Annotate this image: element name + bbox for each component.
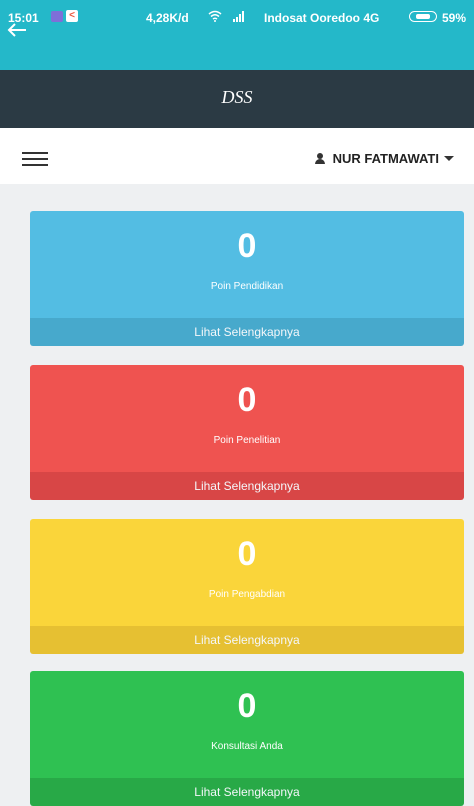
- card-footer-link[interactable]: Lihat Selengkapnya: [30, 472, 464, 500]
- carrier-name: Indosat Ooredoo 4G: [264, 11, 380, 25]
- wifi-icon: [208, 10, 222, 22]
- card-body: 0 Poin Pengabdian: [30, 519, 464, 626]
- user-menu[interactable]: NUR FATMAWATI: [314, 148, 454, 168]
- network-speed: 4,28K/d: [146, 11, 189, 25]
- navbar: NUR FATMAWATI: [0, 128, 474, 184]
- notification-app-icon-2: <: [66, 10, 78, 22]
- card-label: Poin Penelitian: [213, 435, 281, 446]
- hamburger-menu-icon[interactable]: [22, 152, 48, 168]
- user-icon: [314, 152, 325, 164]
- battery-level: 59%: [442, 11, 467, 25]
- status-bar: 15:01 < 4,28K/d Indosat Ooredoo 4G 59%: [0, 0, 474, 38]
- card-body: 0 Poin Penelitian: [30, 365, 464, 472]
- toolbar-background: [0, 38, 474, 70]
- caret-down-icon: [444, 155, 454, 161]
- back-arrow-icon[interactable]: [6, 22, 28, 38]
- card-body: 0 Konsultasi Anda: [30, 671, 464, 778]
- battery-icon: [409, 11, 437, 22]
- card-label: Poin Pengabdian: [208, 589, 286, 600]
- user-name: NUR FATMAWATI: [332, 150, 439, 166]
- card-poin-penelitian: 0 Poin Penelitian Lihat Selengkapnya: [30, 365, 464, 500]
- app-header: DSS: [0, 70, 474, 128]
- card-footer-link[interactable]: Lihat Selengkapnya: [30, 626, 464, 654]
- card-count: 0: [237, 535, 257, 573]
- card-count: 0: [237, 687, 257, 725]
- card-body: 0 Poin Pendidikan: [30, 211, 464, 318]
- card-footer-link[interactable]: Lihat Selengkapnya: [30, 778, 464, 806]
- card-footer-link[interactable]: Lihat Selengkapnya: [30, 318, 464, 346]
- card-konsultasi-anda: 0 Konsultasi Anda Lihat Selengkapnya: [30, 671, 464, 806]
- app-title: DSS: [221, 87, 253, 107]
- card-label: Konsultasi Anda: [211, 741, 283, 752]
- notification-app-icon: [51, 11, 63, 22]
- card-count: 0: [237, 381, 257, 419]
- card-poin-pengabdian: 0 Poin Pengabdian Lihat Selengkapnya: [30, 519, 464, 654]
- card-poin-pendidikan: 0 Poin Pendidikan Lihat Selengkapnya: [30, 211, 464, 346]
- card-label: Poin Pendidikan: [210, 281, 284, 292]
- signal-icon: [233, 11, 244, 22]
- card-count: 0: [237, 227, 257, 265]
- dashboard-content: 0 Poin Pendidikan Lihat Selengkapnya 0 P…: [0, 184, 474, 806]
